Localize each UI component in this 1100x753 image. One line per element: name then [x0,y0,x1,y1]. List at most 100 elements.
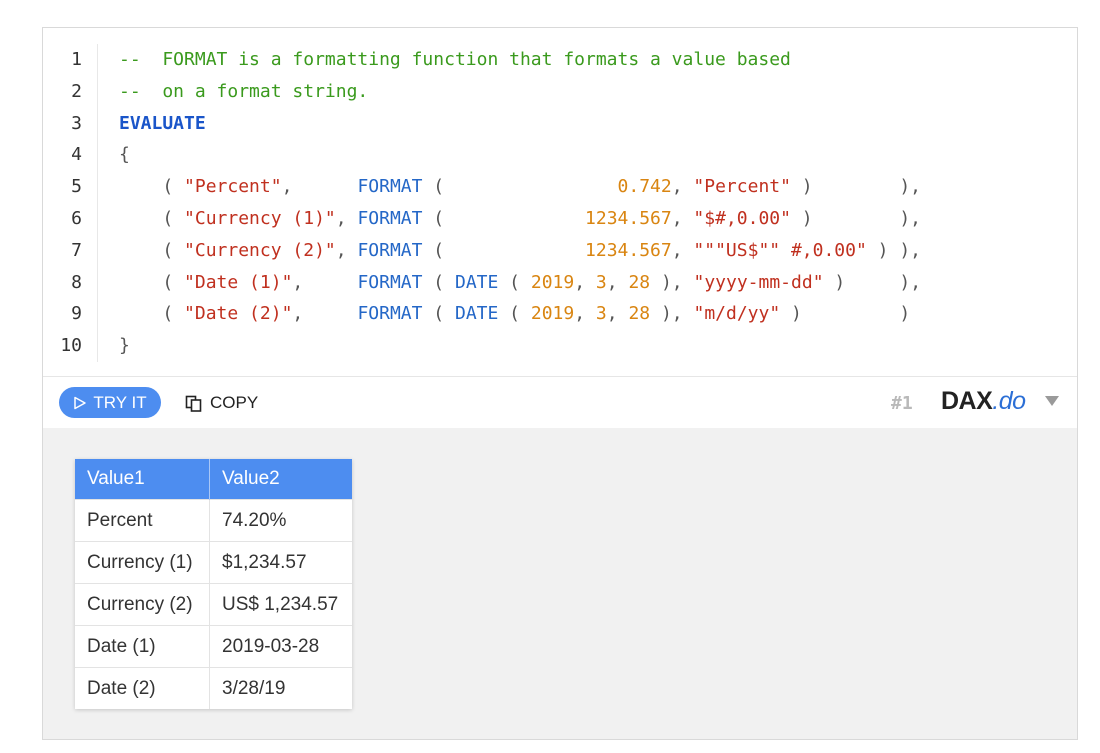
code-token: ( [119,176,185,198]
dax-snippet-panel: 1 2 3 4 5 6 7 8 9 10 -- FORMAT is a formatting fu… [42,27,1078,740]
code-line: ( "Currency (2)", FORMAT ( 1234.567, """… [119,235,1077,267]
code-line: -- on a format string. [119,76,1077,108]
code-line: EVALUATE [119,108,1077,140]
code-token: , [671,239,694,261]
brand-main: DAX [941,387,993,415]
table-cell: Date (1) [75,625,210,668]
code-line: ( "Currency (1)", FORMAT ( 1234.567, "$#… [119,203,1077,235]
snippet-toolbar: TRY IT COPY #1 DAX.do [43,376,1077,429]
results-table: Value1 Value2 Percent 74.20% Currency (1… [75,459,352,709]
code-token: ) ), [866,239,921,261]
try-it-label: TRY IT [93,392,147,412]
line-number: 10 [60,335,82,357]
code-token: , [671,207,694,229]
code-token: ( [422,303,455,325]
line-number: 8 [71,271,82,293]
table-cell: 74.20% [209,499,352,542]
code-token: FORMAT [357,303,423,325]
code-token: ), [650,271,694,293]
code-token: ( [422,239,586,261]
query-number: #1 [891,393,913,414]
code-token: ( [119,207,185,229]
code-token: ( [498,303,531,325]
line-number: 7 [71,239,82,261]
code-token: { [119,144,130,166]
code-token: "Percent" [184,176,282,198]
code-token: FORMAT [357,207,423,229]
line-number: 9 [71,303,82,325]
code-token: ( [119,239,185,261]
code-token: ) ), [790,207,922,229]
brand-suffix: .do [992,387,1026,415]
table-cell: US$ 1,234.57 [209,583,352,626]
code-token: 0.742 [617,176,672,198]
code-token: , [606,271,629,293]
results-area: Value1 Value2 Percent 74.20% Currency (1… [43,428,1077,739]
table-row: Currency (1) $1,234.57 [75,541,352,584]
code-token: , [671,176,694,198]
copy-icon [185,395,202,412]
code-token: DATE [454,303,499,325]
caret-down-icon[interactable] [1045,396,1059,406]
table-cell: $1,234.57 [209,541,352,584]
code-token: ( [422,176,618,198]
code-token: EVALUATE [119,112,206,134]
code-token: 2019 [530,271,575,293]
code-token: ( [498,271,531,293]
table-header-row: Value1 Value2 [75,459,352,500]
line-number: 5 [71,176,82,198]
table-row: Percent 74.20% [75,499,352,542]
code-token: ( [422,207,586,229]
code-editor[interactable]: 1 2 3 4 5 6 7 8 9 10 -- FORMAT is a formatting fu… [43,28,1077,376]
code-token: , [281,176,358,198]
code-line: } [119,330,1077,362]
table-cell: Currency (2) [75,583,210,626]
code-token: ), [650,303,694,325]
code-token: "$#,0.00" [693,207,791,229]
code-token: "Currency (2)" [184,239,336,261]
line-number: 4 [71,144,82,166]
code-token: -- FORMAT is a formatting function that … [119,49,791,70]
code-token: ( [119,303,185,325]
code-token: "Date (1)" [184,271,293,293]
line-number: 2 [71,80,82,102]
code-token: ) ), [823,271,922,293]
copy-label: COPY [210,393,259,412]
column-header: Value2 [209,459,352,500]
code-token: 28 [628,303,651,325]
code-line: -- FORMAT is a formatting function that … [119,44,1077,76]
code-token: FORMAT [357,271,423,293]
code-token: ( [119,271,185,293]
table-cell: Date (2) [75,667,210,709]
code-token: , [335,239,358,261]
table-cell: Percent [75,499,210,542]
code-line: ( "Date (2)", FORMAT ( DATE ( 2019, 3, 2… [119,298,1077,330]
code-token: , [292,303,358,325]
code-token: } [119,335,130,357]
code-token: 3 [595,271,607,293]
code-token: 2019 [530,303,575,325]
copy-button[interactable]: COPY [185,389,258,417]
line-number: 1 [71,49,82,70]
code-token: , [292,271,358,293]
code-token: DATE [454,271,499,293]
code-token: "yyyy-mm-dd" [693,271,824,293]
line-number-gutter: 1 2 3 4 5 6 7 8 9 10 [43,44,98,362]
code-token: 1234.567 [585,207,672,229]
dax-do-logo[interactable]: DAX.do [941,387,1026,416]
table-cell: 3/28/19 [209,667,352,709]
code-line: { [119,139,1077,171]
column-header: Value1 [75,459,210,500]
code-token: 28 [628,271,651,293]
code-token: , [574,271,596,293]
code-token: ( [422,271,455,293]
code-token: -- on a format string. [119,80,369,102]
code-line: ( "Percent", FORMAT ( 0.742, "Percent" )… [119,171,1077,203]
code-token: , [335,207,358,229]
line-number: 6 [71,207,82,229]
try-it-button[interactable]: TRY IT [59,387,161,418]
code-token: FORMAT [357,176,423,198]
table-cell: Currency (1) [75,541,210,584]
table-cell: 2019-03-28 [209,625,352,668]
code-token: "Percent" [693,176,791,198]
